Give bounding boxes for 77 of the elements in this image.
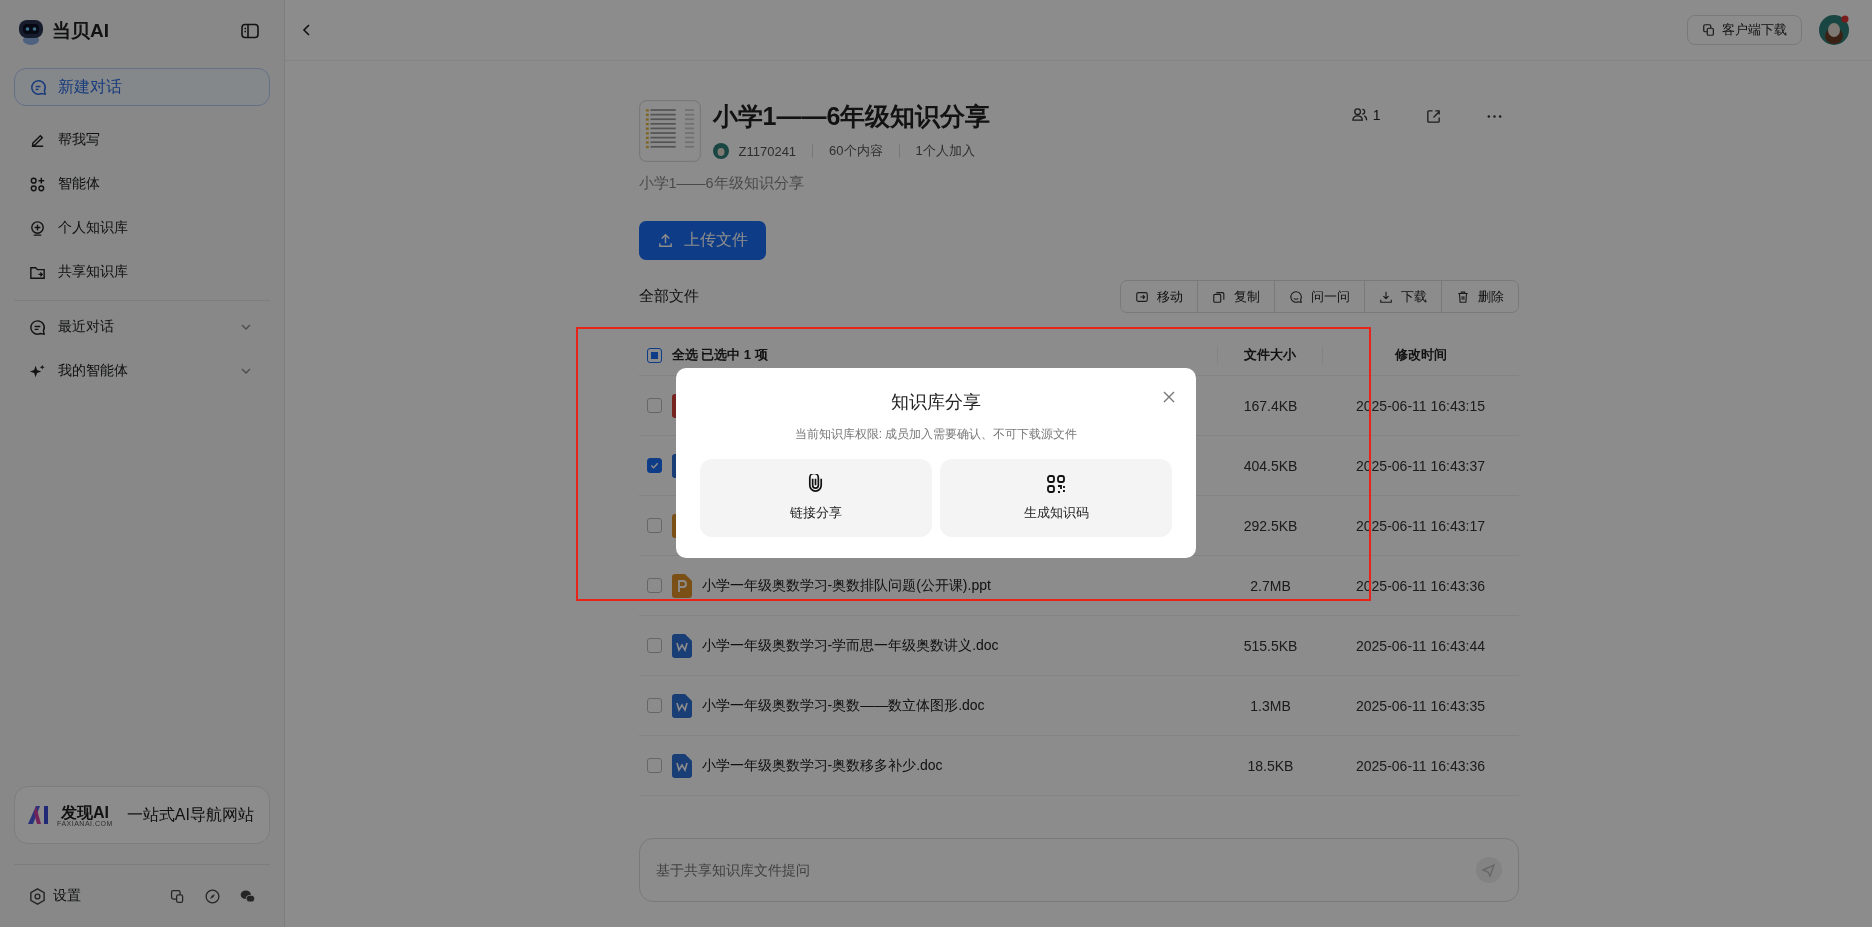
- members-icon: [1350, 106, 1368, 123]
- nav-item[interactable]: 共享知识库: [14, 250, 270, 294]
- file-name[interactable]: 小学一年级奥数学习-奥数排队问题(公开课).ppt: [701, 576, 991, 595]
- row-checkbox[interactable]: [646, 638, 662, 653]
- table-cell: 1.3MB: [1250, 697, 1291, 714]
- qr-code-icon: [1046, 474, 1066, 494]
- row-checkbox[interactable]: [646, 518, 662, 533]
- row-checkbox[interactable]: [646, 578, 662, 593]
- toolbar-button[interactable]: 下载: [1363, 281, 1441, 312]
- nav-item[interactable]: 智能体: [14, 162, 270, 206]
- upload-icon: [656, 232, 674, 249]
- nav-item[interactable]: 个人知识库: [14, 206, 270, 250]
- member-joined: 1个人加入: [915, 142, 975, 160]
- devices-icon: [1702, 23, 1716, 37]
- owner-name: Z1170241: [738, 143, 797, 159]
- download-icon: [1378, 289, 1393, 304]
- knowledge-base-title: 小学1——6年级知识分享: [712, 101, 991, 132]
- section-header[interactable]: 最近对话: [14, 305, 270, 349]
- settings-icon: [28, 886, 47, 906]
- row-checkbox[interactable]: [646, 458, 662, 473]
- ai-logo-icon: [27, 805, 51, 825]
- brand-name: 当贝AI: [52, 19, 110, 43]
- copy-icon: [1211, 289, 1226, 304]
- promo-logo-text: 发现AI: [60, 803, 109, 821]
- new-chat-button[interactable]: 新建对话: [14, 68, 270, 106]
- nav-item[interactable]: 帮我写: [14, 118, 270, 162]
- settings-button[interactable]: 设置: [28, 886, 81, 906]
- move-icon: [1134, 289, 1149, 304]
- file-name[interactable]: 小学一年级奥数学习-奥数——数立体图形.doc: [701, 696, 985, 715]
- select-all-checkbox[interactable]: [646, 347, 662, 363]
- selection-summary: 全选 已选中 1 项: [671, 346, 768, 364]
- question-field[interactable]: 基于共享知识库文件提问: [638, 838, 1519, 902]
- toolbar-button[interactable]: 移动: [1120, 281, 1197, 312]
- column-header[interactable]: 文件大小: [1243, 347, 1296, 362]
- promo-text: 一站式AI导航网站: [126, 804, 254, 825]
- knowledge-base-description: 小学1——6年级知识分享: [638, 174, 805, 193]
- row-checkbox[interactable]: [646, 398, 662, 413]
- section-header[interactable]: 我的智能体: [14, 349, 270, 393]
- column-header[interactable]: 修改时间: [1394, 347, 1447, 362]
- toolbar-button[interactable]: 删除: [1440, 281, 1518, 312]
- trash-icon: [1455, 289, 1470, 304]
- table-cell: 167.4KB: [1243, 397, 1298, 414]
- upload-file-button[interactable]: 上传文件: [638, 221, 766, 260]
- table-cell: 2025-06-11 16:43:36: [1356, 757, 1485, 774]
- members-button[interactable]: 1: [1350, 106, 1381, 123]
- row-checkbox[interactable]: [646, 698, 662, 713]
- table-cell: 515.5KB: [1243, 637, 1298, 654]
- row-checkbox[interactable]: [646, 758, 662, 773]
- devices-icon[interactable]: [169, 887, 186, 905]
- client-download-button[interactable]: 客户端下载: [1687, 15, 1802, 45]
- share-option[interactable]: 生成知识码: [940, 459, 1172, 537]
- avatar-icon[interactable]: [1818, 14, 1850, 46]
- table-cell: 18.5KB: [1247, 757, 1294, 774]
- content-count: 60个内容: [829, 142, 883, 160]
- toolbar-button[interactable]: 问一问: [1273, 281, 1364, 312]
- toolbar-button[interactable]: 复制: [1196, 281, 1274, 312]
- checkmark-icon: [648, 460, 660, 471]
- cover-thumbnail: [638, 100, 701, 162]
- table-cell: 404.5KB: [1243, 457, 1298, 474]
- table-cell: 292.5KB: [1243, 517, 1298, 534]
- share-icon[interactable]: [1424, 108, 1442, 125]
- chat-icon: [1288, 289, 1303, 304]
- chat-icon: [28, 317, 47, 337]
- table-cell: 2.7MB: [1250, 577, 1291, 594]
- sidebar-toggle-icon[interactable]: [240, 21, 260, 41]
- table-cell: 2025-06-11 16:43:44: [1356, 637, 1485, 654]
- dialog-subtitle: 当前知识库权限: 成员加入需要确认、不可下载源文件: [793, 426, 1079, 443]
- table-cell: 2025-06-11 16:43:35: [1356, 697, 1485, 714]
- files-heading: 全部文件: [638, 287, 699, 306]
- new-chat-icon: [29, 77, 48, 97]
- dialog-title: 知识库分享: [891, 391, 981, 414]
- compass-icon[interactable]: [204, 887, 221, 905]
- file-name[interactable]: 小学一年级奥数学习-奥数移多补少.doc: [701, 756, 943, 775]
- close-icon[interactable]: [1162, 390, 1176, 404]
- file-name[interactable]: 小学一年级奥数学习-学而思一年级奥数讲义.doc: [701, 636, 999, 655]
- share-option[interactable]: 链接分享: [700, 459, 932, 537]
- owner-avatar-icon: [712, 143, 729, 159]
